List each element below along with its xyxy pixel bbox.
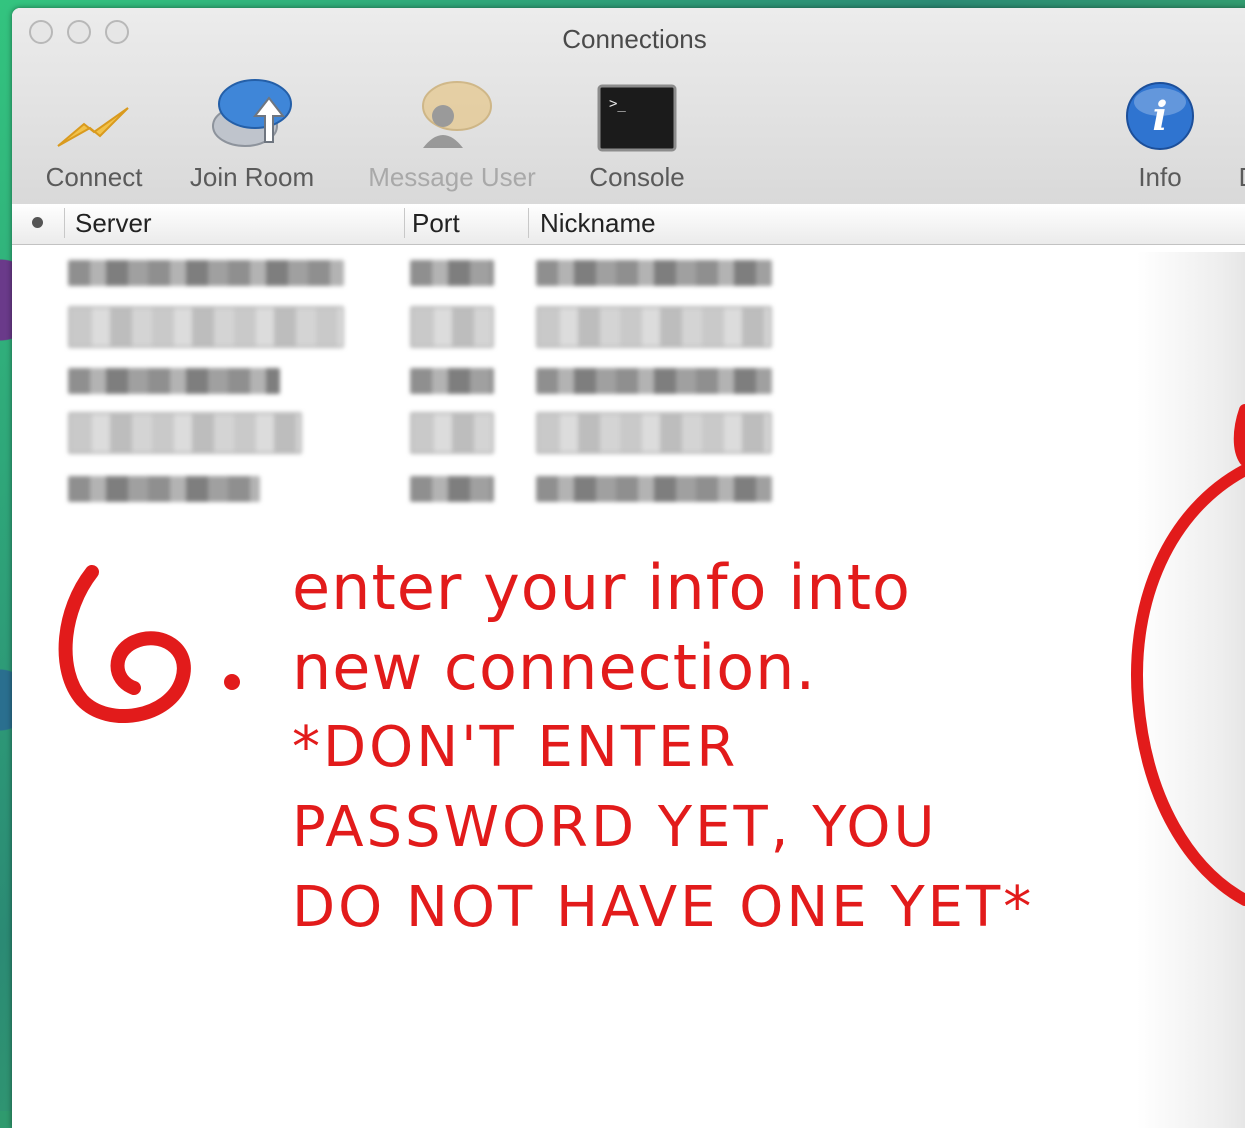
blurred-nickname-cell xyxy=(536,260,772,286)
connect-button[interactable]: Connect xyxy=(34,76,154,193)
table-header: Server Port Nickname xyxy=(12,204,1245,245)
annotation-text: enter your info into new connection. *DO… xyxy=(292,548,1034,948)
blurred-port-cell xyxy=(410,476,494,502)
message-user-label: Message User xyxy=(368,162,536,192)
annotation-line: enter your info into xyxy=(292,551,911,624)
table-row[interactable] xyxy=(12,306,1245,348)
blurred-server-cell xyxy=(68,260,344,286)
speech-bubble-arrow-icon xyxy=(177,76,327,152)
blurred-port-cell xyxy=(410,412,494,454)
column-header-server[interactable]: Server xyxy=(75,208,152,239)
table-row[interactable] xyxy=(12,260,1245,290)
svg-text:>_: >_ xyxy=(609,96,626,112)
lightning-bolt-icon xyxy=(34,76,154,152)
console-label: Console xyxy=(589,162,685,192)
table-row[interactable] xyxy=(12,368,1245,398)
annotation-line: PASSWORD YET, YOU xyxy=(292,795,938,860)
annotation-line: *DON'T ENTER xyxy=(292,715,739,780)
info-icon: i xyxy=(1118,76,1202,152)
window-title: Connections xyxy=(562,24,707,54)
status-column-icon[interactable] xyxy=(32,217,43,228)
terminal-icon: >_ xyxy=(572,76,702,152)
blurred-port-cell xyxy=(410,260,494,286)
message-user-button[interactable]: Message User xyxy=(352,76,552,193)
console-button[interactable]: >_ Console xyxy=(572,76,702,193)
toolbar-item-partial[interactable]: D xyxy=(1228,76,1245,193)
table-row[interactable] xyxy=(12,412,1245,454)
svg-text:i: i xyxy=(1152,93,1167,140)
table-row[interactable] xyxy=(12,476,1245,506)
blurred-port-cell xyxy=(410,306,494,348)
user-message-icon xyxy=(352,76,552,152)
blurred-server-cell xyxy=(68,412,302,454)
blurred-nickname-cell xyxy=(536,368,772,394)
column-separator xyxy=(64,208,65,238)
annotation-line: DO NOT HAVE ONE YET* xyxy=(292,875,1035,940)
join-room-label: Join Room xyxy=(189,162,315,192)
column-header-port[interactable]: Port xyxy=(412,208,460,239)
toolbar: Connect Join Room Message User >_ Consol… xyxy=(12,72,1245,202)
column-separator xyxy=(404,208,405,238)
blurred-server-cell xyxy=(68,306,344,348)
info-label: Info xyxy=(1138,162,1182,192)
blurred-server-cell xyxy=(68,476,260,502)
blurred-server-cell xyxy=(68,368,280,394)
blurred-nickname-cell xyxy=(536,306,772,348)
column-separator xyxy=(528,208,529,238)
join-room-button[interactable]: Join Room xyxy=(177,76,327,193)
annotation-line: new connection. xyxy=(292,631,817,704)
step-number-annotation xyxy=(52,560,252,734)
blurred-nickname-cell xyxy=(536,412,772,454)
connect-label: Connect xyxy=(45,162,143,192)
blurred-nickname-cell xyxy=(536,476,772,502)
partial-icon xyxy=(1228,76,1245,152)
partial-label: D xyxy=(1228,162,1245,193)
red-circle-annotation xyxy=(1131,404,1245,906)
column-header-nickname[interactable]: Nickname xyxy=(540,208,656,239)
info-button[interactable]: i Info xyxy=(1118,76,1202,193)
blurred-port-cell xyxy=(410,368,494,394)
title-bar: Connections Connect Join Room Message Us… xyxy=(12,8,1245,205)
